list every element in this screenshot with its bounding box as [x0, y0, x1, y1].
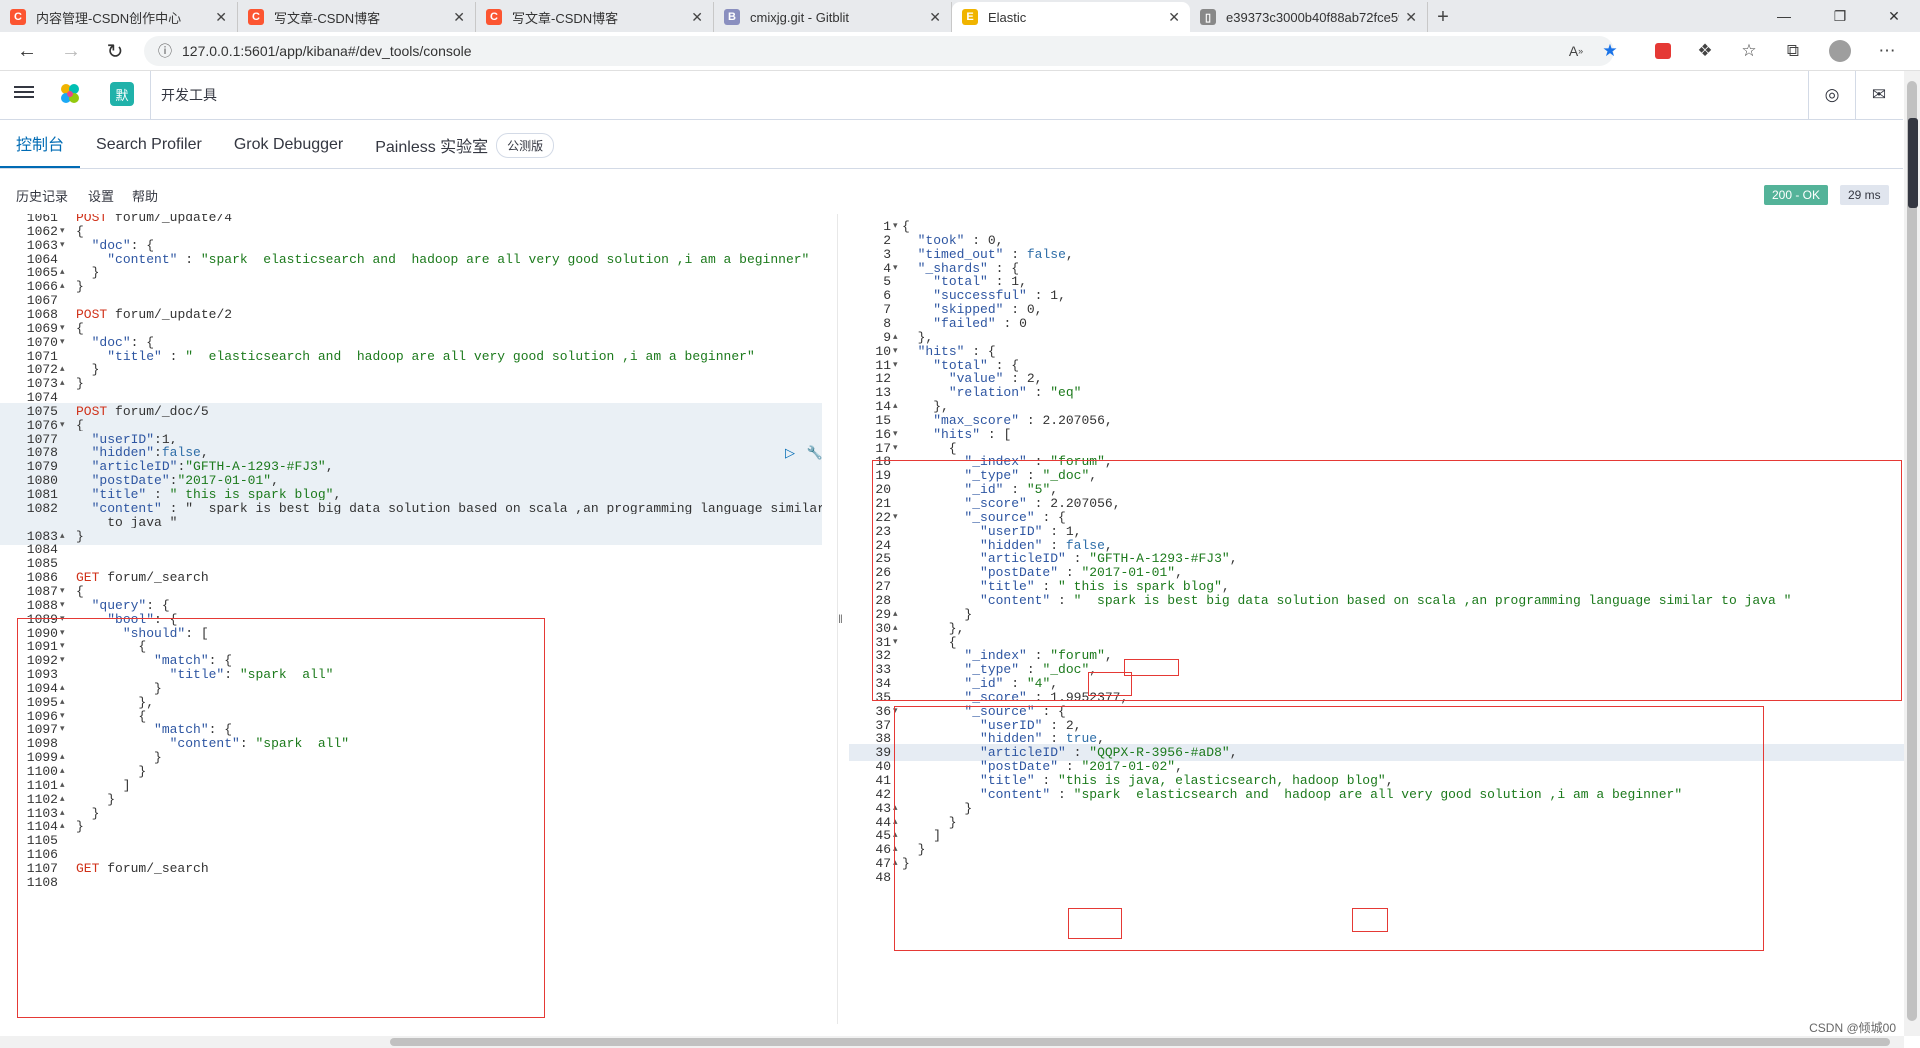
watermark: CSDN @倾城00 — [1809, 1021, 1896, 1035]
dev-tools-tabs: 控制台 Search Profiler Grok Debugger Painle… — [0, 120, 1903, 169]
horizontal-scrollbar[interactable] — [0, 1036, 1904, 1048]
tab-favicon-icon: C — [10, 9, 26, 25]
info-icon[interactable]: ⓘ — [158, 41, 172, 61]
tab-title: 内容管理-CSDN创作中心 — [36, 10, 182, 26]
tab-favicon-icon: C — [486, 9, 502, 25]
forward-icon[interactable]: → — [56, 36, 86, 66]
extension-icon[interactable] — [1650, 38, 1676, 64]
close-window-button[interactable]: ✕ — [1866, 0, 1920, 32]
tab-favicon-icon: B — [724, 9, 740, 25]
url-bar[interactable]: ⓘ 127.0.0.1:5601/app/kibana#/dev_tools/c… — [144, 36, 1614, 66]
browser-tab[interactable]: Bcmixjg.git - Gitblit ✕ — [714, 2, 952, 32]
tab-favicon-icon: C — [248, 9, 264, 25]
browser-tab[interactable]: E Elastic ✕ — [952, 2, 1190, 32]
minimize-button[interactable]: — — [1756, 0, 1812, 32]
send-request-icon[interactable]: ▷ — [785, 445, 795, 460]
tab-favicon-icon: E — [962, 9, 978, 25]
mail-icon[interactable]: ✉ — [1855, 71, 1902, 119]
help-link[interactable]: 帮助 — [132, 186, 158, 205]
close-tab-icon[interactable]: ✕ — [215, 9, 227, 26]
history-link[interactable]: 历史记录 — [16, 186, 68, 205]
close-tab-icon[interactable]: ✕ — [691, 9, 703, 26]
extensions-puzzle-icon[interactable]: ❖ — [1692, 38, 1718, 64]
beta-badge: 公测版 — [496, 132, 555, 158]
tab-painless-lab[interactable]: Painless 实验室 公测版 — [359, 122, 570, 168]
annotation-box-title-spark — [1124, 659, 1179, 676]
address-toolbar: ← → ↻ ⓘ 127.0.0.1:5601/app/kibana#/dev_t… — [0, 32, 1920, 71]
elastic-logo-icon[interactable] — [58, 82, 82, 106]
tab-grok-debugger[interactable]: Grok Debugger — [218, 122, 359, 168]
browser-tab[interactable]: C 写文章-CSDN博客 ✕ — [476, 2, 714, 32]
browser-tab[interactable]: ▯ e39373c3000b40f88ab72fce597 ✕ — [1190, 2, 1428, 32]
favorites-icon[interactable]: ☆ — [1736, 38, 1762, 64]
back-icon[interactable]: ← — [12, 36, 42, 66]
tab-title: cmixjg.git - Gitblit — [750, 9, 849, 25]
scroll-thumb-horizontal[interactable] — [390, 1038, 1890, 1046]
url-text[interactable]: 127.0.0.1:5601/app/kibana#/dev_tools/con… — [182, 43, 472, 59]
help-icon[interactable]: ◎ — [1808, 71, 1855, 119]
annotation-box-content-spark — [1088, 672, 1132, 696]
breadcrumb-item: 开发工具 — [161, 87, 217, 103]
annotation-box-all — [1352, 908, 1388, 932]
kibana-header: 默 开发工具 ◎ ✉ — [0, 71, 1903, 120]
wrench-icon[interactable]: 🔧 — [807, 445, 823, 460]
side-edge-tab[interactable] — [1908, 118, 1918, 208]
hamburger-menu-icon[interactable] — [14, 83, 34, 103]
vertical-scrollbar[interactable] — [1904, 71, 1920, 1036]
close-tab-icon[interactable]: ✕ — [453, 9, 465, 26]
tab-painless-label: Painless 实验室 — [375, 139, 489, 156]
annotation-box-hit-1 — [872, 460, 1902, 701]
more-menu-icon[interactable]: ⋯ — [1874, 38, 1900, 64]
restore-button[interactable]: ❐ — [1812, 0, 1868, 32]
settings-link[interactable]: 设置 — [88, 186, 114, 205]
tab-favicon-icon: ▯ — [1200, 9, 1216, 25]
request-actions: ▷ 🔧 — [785, 445, 823, 461]
console-toolbar: 历史记录 设置 帮助 200 - OK 29 ms — [0, 182, 1903, 208]
space-avatar[interactable]: 默 — [110, 82, 134, 106]
response-time-badge: 29 ms — [1840, 185, 1889, 205]
browser-tab[interactable]: C 写文章-CSDN博客 ✕ — [238, 2, 476, 32]
annotation-box-hit-2 — [894, 706, 1764, 951]
profile-avatar[interactable] — [1827, 38, 1853, 64]
resize-handle[interactable]: ‖ — [838, 612, 843, 626]
tab-search-profiler[interactable]: Search Profiler — [80, 122, 218, 168]
favorite-star-icon[interactable]: ★ — [1597, 38, 1623, 64]
status-badge: 200 - OK — [1764, 185, 1829, 205]
tab-title: e39373c3000b40f88ab72fce597 — [1226, 9, 1400, 25]
browser-tab[interactable]: C 内容管理-CSDN创作中心 ✕ — [0, 2, 238, 32]
breadcrumb: 开发工具 — [150, 71, 217, 119]
close-tab-icon[interactable]: ✕ — [929, 9, 941, 26]
tab-title: 写文章-CSDN博客 — [512, 10, 619, 26]
line-number: 48 — [875, 869, 891, 885]
tab-console[interactable]: 控制台 — [0, 120, 81, 168]
tab-title: Elastic — [988, 9, 1027, 25]
browser-tab-strip: C 内容管理-CSDN创作中心 ✕ C 写文章-CSDN博客 ✕ C 写文章-CSDN博客 ✕ B… — [0, 0, 1920, 32]
reload-icon[interactable]: ↻ — [100, 36, 130, 66]
annotation-box-content-spark-2 — [1068, 908, 1122, 939]
close-tab-icon[interactable]: ✕ — [1168, 9, 1180, 26]
read-aloud-icon[interactable]: A» — [1563, 38, 1589, 64]
scroll-thumb[interactable] — [1907, 81, 1917, 1021]
annotation-box-query — [17, 618, 545, 1018]
collections-icon[interactable]: ⧉ — [1780, 38, 1806, 64]
tab-title: 写文章-CSDN博客 — [274, 10, 381, 26]
close-tab-icon[interactable]: ✕ — [1405, 9, 1417, 26]
new-tab-button[interactable]: + — [1428, 2, 1458, 32]
